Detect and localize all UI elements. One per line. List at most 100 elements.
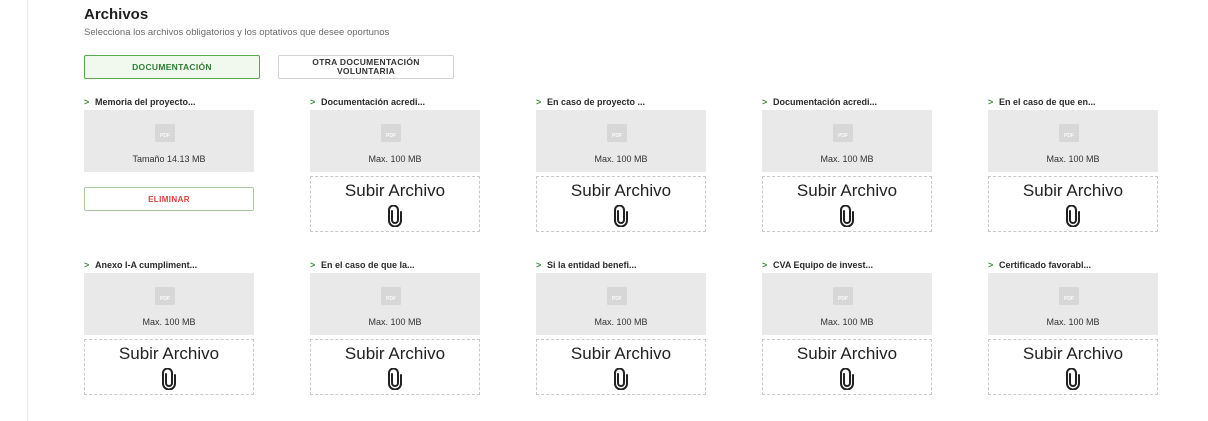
upload-label: Subir Archivo — [1022, 344, 1124, 363]
left-divider — [27, 0, 28, 421]
file-title-text: En el caso de que en... — [999, 97, 1096, 107]
file-item: > Memoria del proyecto... PDF Tamaño 14.13 … — [84, 96, 254, 211]
file-title-text: Memoria del proyecto... — [95, 97, 196, 107]
pdf-icon: PDF — [833, 124, 853, 142]
file-title[interactable]: > Documentación acredi... — [762, 96, 932, 108]
file-title-text: Certificado favorabl... — [999, 260, 1092, 270]
file-item: > En caso de proyecto ... PDF Max. 100 MB Su… — [536, 96, 706, 232]
file-preview: PDF Max. 100 MB — [84, 273, 254, 335]
chevron-right-icon: > — [988, 260, 994, 270]
chevron-right-icon: > — [84, 97, 90, 107]
upload-file-button[interactable]: Subir Archivo — [988, 339, 1158, 395]
file-size-label: Tamaño 14.13 MB — [132, 154, 206, 164]
file-title-text: Documentación acredi... — [773, 97, 878, 107]
file-preview: PDF Max. 100 MB — [762, 110, 932, 172]
file-size-label: Max. 100 MB — [1046, 317, 1100, 327]
pdf-icon: PDF — [381, 124, 401, 142]
chevron-right-icon: > — [536, 260, 542, 270]
paperclip-icon — [613, 367, 629, 391]
file-title[interactable]: > Memoria del proyecto... — [84, 96, 254, 108]
section-title: Archivos — [84, 6, 149, 23]
file-title-text: En caso de proyecto ... — [547, 97, 646, 107]
chevron-right-icon: > — [310, 260, 316, 270]
delete-file-button[interactable]: ELIMINAR — [84, 187, 254, 211]
upload-file-button[interactable]: Subir Archivo — [310, 339, 480, 395]
upload-label: Subir Archivo — [344, 181, 446, 200]
file-title[interactable]: > En caso de proyecto ... — [536, 96, 706, 108]
paperclip-icon — [387, 204, 403, 228]
file-preview: PDF Max. 100 MB — [310, 110, 480, 172]
file-size-label: Max. 100 MB — [1046, 154, 1100, 164]
pdf-icon: PDF — [833, 287, 853, 305]
chevron-right-icon: > — [84, 260, 90, 270]
file-title-text: CVA Equipo de invest... — [773, 260, 874, 270]
file-item: > Anexo I-A cumpliment... PDF Max. 100 MB Su… — [84, 259, 254, 395]
file-item: > Documentación acredi... PDF Max. 100 MB Su… — [310, 96, 480, 232]
file-title[interactable]: > En el caso de que la... — [310, 259, 480, 271]
file-title-text: Anexo I-A cumpliment... — [95, 260, 198, 270]
chevron-right-icon: > — [762, 260, 768, 270]
paperclip-icon — [839, 204, 855, 228]
paperclip-icon — [613, 204, 629, 228]
file-preview: PDF Max. 100 MB — [310, 273, 480, 335]
file-title[interactable]: > Certificado favorabl... — [988, 259, 1158, 271]
tab-bar: DOCUMENTACIÓN OTRA DOCUMENTACIÓN VOLUNTA… — [84, 55, 1184, 81]
upload-label: Subir Archivo — [796, 181, 898, 200]
file-title[interactable]: > Documentación acredi... — [310, 96, 480, 108]
files-section: Archivos Selecciona los archivos obligat… — [84, 6, 1184, 81]
file-title[interactable]: > En el caso de que en... — [988, 96, 1158, 108]
chevron-right-icon: > — [310, 97, 316, 107]
file-size-label: Max. 100 MB — [142, 317, 196, 327]
file-item: > En el caso de que en... PDF Max. 100 MB Su… — [988, 96, 1158, 232]
file-size-label: Max. 100 MB — [368, 154, 422, 164]
upload-file-button[interactable]: Subir Archivo — [536, 176, 706, 232]
file-preview: PDF Max. 100 MB — [762, 273, 932, 335]
chevron-right-icon: > — [988, 97, 994, 107]
paperclip-icon — [387, 367, 403, 391]
upload-label: Subir Archivo — [118, 344, 220, 363]
chevron-right-icon: > — [536, 97, 542, 107]
pdf-icon: PDF — [381, 287, 401, 305]
tab-otra-documentacion-voluntaria[interactable]: OTRA DOCUMENTACIÓN VOLUNTARIA — [278, 55, 454, 79]
upload-file-button[interactable]: Subir Archivo — [84, 339, 254, 395]
chevron-right-icon: > — [762, 97, 768, 107]
pdf-icon: PDF — [155, 124, 175, 142]
upload-file-button[interactable]: Subir Archivo — [536, 339, 706, 395]
file-item: > Documentación acredi... PDF Max. 100 MB Su… — [762, 96, 932, 232]
file-title-text: En el caso de que la... — [321, 260, 415, 270]
upload-label: Subir Archivo — [796, 344, 898, 363]
file-preview: PDF Max. 100 MB — [536, 273, 706, 335]
file-title[interactable]: > Si la entidad benefi... — [536, 259, 706, 271]
file-preview: PDF Tamaño 14.13 MB — [84, 110, 254, 172]
pdf-icon: PDF — [607, 124, 627, 142]
file-preview: PDF Max. 100 MB — [988, 110, 1158, 172]
file-title[interactable]: > Anexo I-A cumpliment... — [84, 259, 254, 271]
pdf-icon: PDF — [1059, 124, 1079, 142]
paperclip-icon — [1065, 204, 1081, 228]
file-item: > Certificado favorabl... PDF Max. 100 MB Su… — [988, 259, 1158, 395]
upload-file-button[interactable]: Subir Archivo — [310, 176, 480, 232]
file-size-label: Max. 100 MB — [820, 317, 874, 327]
pdf-icon: PDF — [607, 287, 627, 305]
upload-file-button[interactable]: Subir Archivo — [762, 339, 932, 395]
file-title-text: Si la entidad benefi... — [547, 260, 637, 270]
file-size-label: Max. 100 MB — [594, 154, 648, 164]
tab-documentacion[interactable]: DOCUMENTACIÓN — [84, 55, 260, 79]
file-size-label: Max. 100 MB — [368, 317, 422, 327]
paperclip-icon — [161, 367, 177, 391]
file-title[interactable]: > CVA Equipo de invest... — [762, 259, 932, 271]
file-size-label: Max. 100 MB — [594, 317, 648, 327]
upload-file-button[interactable]: Subir Archivo — [762, 176, 932, 232]
upload-file-button[interactable]: Subir Archivo — [988, 176, 1158, 232]
file-item: > CVA Equipo de invest... PDF Max. 100 MB Su… — [762, 259, 932, 395]
file-item: > Si la entidad benefi... PDF Max. 100 MB Su… — [536, 259, 706, 395]
upload-label: Subir Archivo — [344, 344, 446, 363]
section-subtitle: Selecciona los archivos obligatorios y l… — [84, 27, 390, 38]
paperclip-icon — [1065, 367, 1081, 391]
file-preview: PDF Max. 100 MB — [988, 273, 1158, 335]
file-size-label: Max. 100 MB — [820, 154, 874, 164]
file-preview: PDF Max. 100 MB — [536, 110, 706, 172]
file-title-text: Documentación acredi... — [321, 97, 426, 107]
upload-label: Subir Archivo — [570, 344, 672, 363]
paperclip-icon — [839, 367, 855, 391]
